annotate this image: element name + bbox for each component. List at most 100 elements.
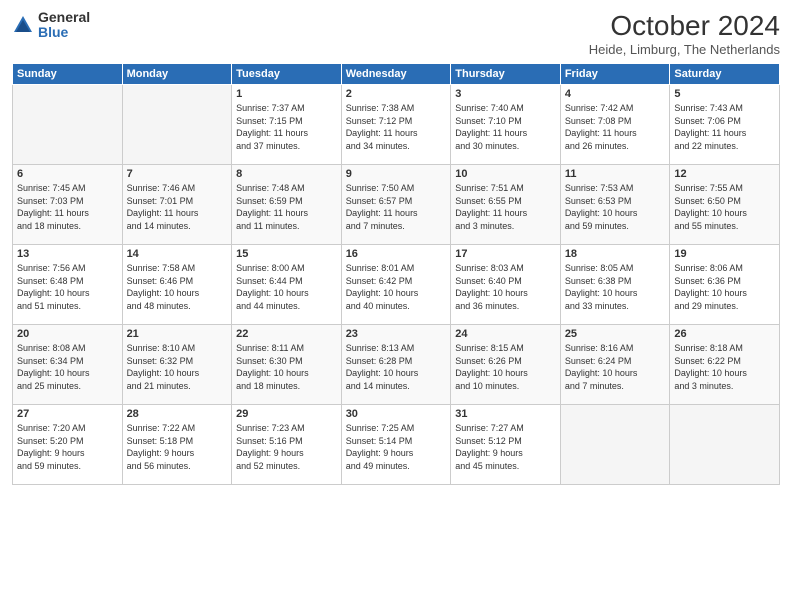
calendar-cell: 6 Sunrise: 7:45 AM Sunset: 7:03 PM Daylig…: [13, 165, 123, 245]
logo-general: General: [38, 10, 90, 25]
logo-blue: Blue: [38, 25, 90, 40]
day-number: 15: [236, 248, 337, 260]
day-number: 21: [127, 328, 228, 340]
day-info: Sunrise: 7:50 AM Sunset: 6:57 PM Dayligh…: [346, 182, 447, 232]
day-number: 12: [674, 168, 775, 180]
logo-text: General Blue: [38, 10, 90, 41]
day-info: Sunrise: 7:23 AM Sunset: 5:16 PM Dayligh…: [236, 422, 337, 472]
logo-icon: [12, 14, 34, 36]
calendar-cell: 8 Sunrise: 7:48 AM Sunset: 6:59 PM Daylig…: [232, 165, 342, 245]
day-number: 20: [17, 328, 118, 340]
day-number: 3: [455, 88, 556, 100]
calendar-cell: 3Sunrise: 7:40 AM Sunset: 7:10 PM Daylig…: [451, 85, 561, 165]
calendar-cell: 26 Sunrise: 8:18 AM Sunset: 6:22 PM Dayli…: [670, 325, 780, 405]
day-info: Sunrise: 8:01 AM Sunset: 6:42 PM Dayligh…: [346, 262, 447, 312]
calendar-cell: 10 Sunrise: 7:51 AM Sunset: 6:55 PM Dayli…: [451, 165, 561, 245]
day-info: Sunrise: 8:08 AM Sunset: 6:34 PM Dayligh…: [17, 342, 118, 392]
day-info: Sunrise: 7:51 AM Sunset: 6:55 PM Dayligh…: [455, 182, 556, 232]
calendar-cell: 23Sunrise: 8:13 AM Sunset: 6:28 PM Dayli…: [341, 325, 451, 405]
calendar-cell: 28 Sunrise: 7:22 AM Sunset: 5:18 PM Dayli…: [122, 405, 232, 485]
calendar-week-1: 1Sunrise: 7:37 AM Sunset: 7:15 PM Daylig…: [13, 85, 780, 165]
day-number: 5: [674, 88, 775, 100]
calendar-cell: 17 Sunrise: 8:03 AM Sunset: 6:40 PM Dayli…: [451, 245, 561, 325]
calendar-cell: 1Sunrise: 7:37 AM Sunset: 7:15 PM Daylig…: [232, 85, 342, 165]
subtitle: Heide, Limburg, The Netherlands: [589, 42, 780, 57]
calendar-cell: 7 Sunrise: 7:46 AM Sunset: 7:01 PM Daylig…: [122, 165, 232, 245]
calendar-cell: [122, 85, 232, 165]
day-number: 1: [236, 88, 337, 100]
col-sunday: Sunday: [13, 64, 123, 85]
day-number: 2: [346, 88, 447, 100]
day-info: Sunrise: 8:03 AM Sunset: 6:40 PM Dayligh…: [455, 262, 556, 312]
day-number: 27: [17, 408, 118, 420]
calendar-table: Sunday Monday Tuesday Wednesday Thursday…: [12, 63, 780, 485]
col-wednesday: Wednesday: [341, 64, 451, 85]
day-number: 13: [17, 248, 118, 260]
calendar-cell: 31Sunrise: 7:27 AM Sunset: 5:12 PM Dayli…: [451, 405, 561, 485]
day-info: Sunrise: 7:55 AM Sunset: 6:50 PM Dayligh…: [674, 182, 775, 232]
calendar-cell: 9 Sunrise: 7:50 AM Sunset: 6:57 PM Daylig…: [341, 165, 451, 245]
day-number: 11: [565, 168, 666, 180]
day-info: Sunrise: 7:25 AM Sunset: 5:14 PM Dayligh…: [346, 422, 447, 472]
day-number: 18: [565, 248, 666, 260]
col-thursday: Thursday: [451, 64, 561, 85]
day-number: 25: [565, 328, 666, 340]
calendar-week-4: 20 Sunrise: 8:08 AM Sunset: 6:34 PM Dayli…: [13, 325, 780, 405]
day-number: 9: [346, 168, 447, 180]
calendar-cell: 11 Sunrise: 7:53 AM Sunset: 6:53 PM Dayli…: [560, 165, 670, 245]
day-info: Sunrise: 8:05 AM Sunset: 6:38 PM Dayligh…: [565, 262, 666, 312]
day-number: 14: [127, 248, 228, 260]
header: General Blue October 2024 Heide, Limburg…: [12, 10, 780, 57]
day-info: Sunrise: 7:48 AM Sunset: 6:59 PM Dayligh…: [236, 182, 337, 232]
day-number: 16: [346, 248, 447, 260]
day-info: Sunrise: 8:15 AM Sunset: 6:26 PM Dayligh…: [455, 342, 556, 392]
day-info: Sunrise: 8:00 AM Sunset: 6:44 PM Dayligh…: [236, 262, 337, 312]
calendar-header-row: Sunday Monday Tuesday Wednesday Thursday…: [13, 64, 780, 85]
day-info: Sunrise: 8:10 AM Sunset: 6:32 PM Dayligh…: [127, 342, 228, 392]
calendar-cell: 12 Sunrise: 7:55 AM Sunset: 6:50 PM Dayli…: [670, 165, 780, 245]
calendar-cell: 18 Sunrise: 8:05 AM Sunset: 6:38 PM Dayli…: [560, 245, 670, 325]
day-number: 31: [455, 408, 556, 420]
calendar-cell: 19Sunrise: 8:06 AM Sunset: 6:36 PM Dayli…: [670, 245, 780, 325]
calendar-cell: 21 Sunrise: 8:10 AM Sunset: 6:32 PM Dayli…: [122, 325, 232, 405]
day-info: Sunrise: 7:56 AM Sunset: 6:48 PM Dayligh…: [17, 262, 118, 312]
day-info: Sunrise: 8:13 AM Sunset: 6:28 PM Dayligh…: [346, 342, 447, 392]
col-tuesday: Tuesday: [232, 64, 342, 85]
calendar-cell: 14Sunrise: 7:58 AM Sunset: 6:46 PM Dayli…: [122, 245, 232, 325]
day-info: Sunrise: 7:43 AM Sunset: 7:06 PM Dayligh…: [674, 102, 775, 152]
day-number: 10: [455, 168, 556, 180]
calendar-cell: [560, 405, 670, 485]
calendar-cell: 20 Sunrise: 8:08 AM Sunset: 6:34 PM Dayli…: [13, 325, 123, 405]
calendar-cell: [670, 405, 780, 485]
calendar-cell: 4Sunrise: 7:42 AM Sunset: 7:08 PM Daylig…: [560, 85, 670, 165]
day-info: Sunrise: 8:18 AM Sunset: 6:22 PM Dayligh…: [674, 342, 775, 392]
day-number: 6: [17, 168, 118, 180]
day-number: 8: [236, 168, 337, 180]
day-number: 24: [455, 328, 556, 340]
day-number: 17: [455, 248, 556, 260]
day-info: Sunrise: 7:42 AM Sunset: 7:08 PM Dayligh…: [565, 102, 666, 152]
day-number: 26: [674, 328, 775, 340]
day-number: 29: [236, 408, 337, 420]
day-info: Sunrise: 8:16 AM Sunset: 6:24 PM Dayligh…: [565, 342, 666, 392]
day-info: Sunrise: 7:45 AM Sunset: 7:03 PM Dayligh…: [17, 182, 118, 232]
day-number: 22: [236, 328, 337, 340]
main-title: October 2024: [589, 10, 780, 42]
calendar-week-2: 6 Sunrise: 7:45 AM Sunset: 7:03 PM Daylig…: [13, 165, 780, 245]
day-info: Sunrise: 7:22 AM Sunset: 5:18 PM Dayligh…: [127, 422, 228, 472]
calendar-cell: 22Sunrise: 8:11 AM Sunset: 6:30 PM Dayli…: [232, 325, 342, 405]
day-info: Sunrise: 7:38 AM Sunset: 7:12 PM Dayligh…: [346, 102, 447, 152]
calendar-cell: 16 Sunrise: 8:01 AM Sunset: 6:42 PM Dayli…: [341, 245, 451, 325]
title-area: October 2024 Heide, Limburg, The Netherl…: [589, 10, 780, 57]
page: General Blue October 2024 Heide, Limburg…: [0, 0, 792, 612]
calendar-cell: [13, 85, 123, 165]
calendar-cell: 29 Sunrise: 7:23 AM Sunset: 5:16 PM Dayli…: [232, 405, 342, 485]
day-number: 28: [127, 408, 228, 420]
day-info: Sunrise: 7:20 AM Sunset: 5:20 PM Dayligh…: [17, 422, 118, 472]
logo: General Blue: [12, 10, 90, 41]
day-info: Sunrise: 7:53 AM Sunset: 6:53 PM Dayligh…: [565, 182, 666, 232]
day-number: 7: [127, 168, 228, 180]
calendar-week-3: 13 Sunrise: 7:56 AM Sunset: 6:48 PM Dayli…: [13, 245, 780, 325]
day-number: 19: [674, 248, 775, 260]
day-info: Sunrise: 7:46 AM Sunset: 7:01 PM Dayligh…: [127, 182, 228, 232]
